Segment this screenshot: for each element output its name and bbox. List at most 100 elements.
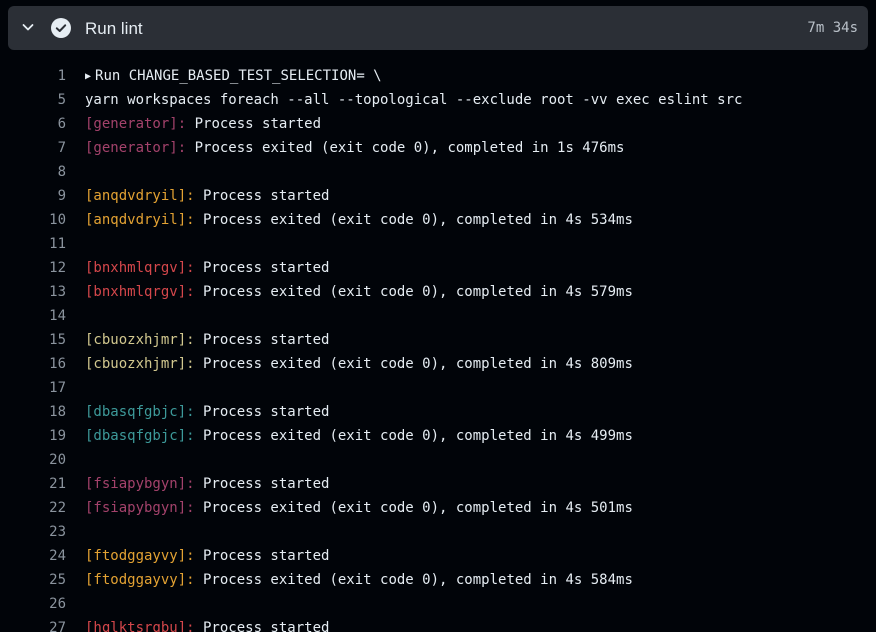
line-text: [anqdvdryil]: Process started — [85, 184, 329, 208]
log-line[interactable]: 9 [anqdvdryil]: Process started — [0, 184, 876, 208]
log-output: 1 ▶ Run CHANGE_BASED_TEST_SELECTION= \ 5 yar… — [0, 64, 876, 632]
line-text: ▶ Run CHANGE_BASED_TEST_SELECTION= \ — [85, 64, 382, 89]
log-line[interactable]: 12 [bnxhmlqrgv]: Process started — [0, 256, 876, 280]
log-line[interactable]: 21 [fsiapybgyn]: Process started — [0, 472, 876, 496]
line-text: [cbuozxhjmr]: Process started — [85, 328, 329, 352]
log-line[interactable]: 6 [generator]: Process started — [0, 112, 876, 136]
log-message: Process started — [194, 188, 330, 204]
log-message: Run CHANGE_BASED_TEST_SELECTION= \ — [95, 68, 382, 84]
log-message: Process started — [194, 620, 330, 632]
log-line[interactable]: 16 [cbuozxhjmr]: Process exited (exit cod… — [0, 352, 876, 376]
log-message: Process started — [194, 260, 330, 276]
step-title: Run lint — [85, 19, 143, 38]
log-line[interactable]: 23 — [0, 520, 876, 544]
line-text: [cbuozxhjmr]: Process exited (exit code … — [85, 352, 633, 376]
log-line[interactable]: 13 [bnxhmlqrgv]: Process exited (exit cod… — [0, 280, 876, 304]
log-line[interactable]: 15 [cbuozxhjmr]: Process started — [0, 328, 876, 352]
log-line[interactable]: 24 [ftodggayvy]: Process started — [0, 544, 876, 568]
line-number[interactable]: 25 — [49, 568, 66, 592]
process-prefix: [ftodggayvy]: — [85, 548, 195, 564]
line-number[interactable]: 11 — [49, 232, 66, 256]
log-message: Process exited (exit code 0), completed … — [194, 356, 633, 372]
log-message: Process exited (exit code 0), completed … — [186, 140, 625, 156]
log-message: Process started — [186, 116, 322, 132]
line-number[interactable]: 9 — [58, 184, 66, 208]
line-text: [fsiapybgyn]: Process started — [85, 472, 329, 496]
log-line[interactable]: 10 [anqdvdryil]: Process exited (exit cod… — [0, 208, 876, 232]
process-prefix: [cbuozxhjmr]: — [85, 356, 195, 372]
line-number[interactable]: 10 — [49, 208, 66, 232]
line-number[interactable]: 14 — [49, 304, 66, 328]
line-number[interactable]: 7 — [58, 136, 66, 160]
process-prefix: [hqlktsrqbu]: — [85, 620, 195, 632]
line-number[interactable]: 15 — [49, 328, 66, 352]
process-prefix: [cbuozxhjmr]: — [85, 332, 195, 348]
log-line[interactable]: 11 — [0, 232, 876, 256]
line-number[interactable]: 13 — [49, 280, 66, 304]
log-line[interactable]: 5 yarn workspaces foreach --all --topolog… — [0, 88, 876, 112]
log-message: Process exited (exit code 0), completed … — [194, 284, 633, 300]
line-number[interactable]: 26 — [49, 592, 66, 616]
log-message: yarn workspaces foreach --all --topologi… — [85, 92, 743, 108]
line-text: [ftodggayvy]: Process exited (exit code … — [85, 568, 633, 592]
process-prefix: [bnxhmlqrgv]: — [85, 284, 195, 300]
process-prefix: [ftodggayvy]: — [85, 572, 195, 588]
check-circle-icon — [51, 18, 71, 38]
line-number[interactable]: 27 — [49, 616, 66, 632]
line-number[interactable]: 17 — [49, 376, 66, 400]
line-number[interactable]: 12 — [49, 256, 66, 280]
process-prefix: [fsiapybgyn]: — [85, 476, 195, 492]
line-text: yarn workspaces foreach --all --topologi… — [85, 88, 742, 112]
log-line[interactable]: 25 [ftodggayvy]: Process exited (exit cod… — [0, 568, 876, 592]
line-text: [hqlktsrqbu]: Process started — [85, 616, 329, 632]
log-line[interactable]: 20 — [0, 448, 876, 472]
log-line[interactable]: 1 ▶ Run CHANGE_BASED_TEST_SELECTION= \ — [0, 64, 876, 88]
line-number[interactable]: 18 — [49, 400, 66, 424]
log-line[interactable]: 17 — [0, 376, 876, 400]
line-text: [dbasqfgbjc]: Process exited (exit code … — [85, 424, 633, 448]
step-duration: 7m 34s — [807, 20, 858, 36]
line-number[interactable]: 8 — [58, 160, 66, 184]
log-line[interactable]: 8 — [0, 160, 876, 184]
expand-triangle-icon[interactable]: ▶ — [85, 71, 91, 82]
line-text: [bnxhmlqrgv]: Process started — [85, 256, 329, 280]
log-line[interactable]: 18 [dbasqfgbjc]: Process started — [0, 400, 876, 424]
line-text: [bnxhmlqrgv]: Process exited (exit code … — [85, 280, 633, 304]
log-message: Process exited (exit code 0), completed … — [194, 500, 633, 516]
process-prefix: [anqdvdryil]: — [85, 188, 195, 204]
line-number[interactable]: 24 — [49, 544, 66, 568]
line-text: [fsiapybgyn]: Process exited (exit code … — [85, 496, 633, 520]
process-prefix: [dbasqfgbjc]: — [85, 404, 195, 420]
line-text: [anqdvdryil]: Process exited (exit code … — [85, 208, 633, 232]
log-message: Process exited (exit code 0), completed … — [194, 428, 633, 444]
line-number[interactable]: 5 — [58, 88, 66, 112]
line-text: [ftodggayvy]: Process started — [85, 544, 329, 568]
line-text: [dbasqfgbjc]: Process started — [85, 400, 329, 424]
line-number[interactable]: 19 — [49, 424, 66, 448]
log-line[interactable]: 27 [hqlktsrqbu]: Process started — [0, 616, 876, 632]
line-number[interactable]: 20 — [49, 448, 66, 472]
chevron-down-icon[interactable] — [20, 19, 36, 35]
line-number[interactable]: 6 — [58, 112, 66, 136]
log-message: Process exited (exit code 0), completed … — [194, 572, 633, 588]
process-prefix: [bnxhmlqrgv]: — [85, 260, 195, 276]
process-prefix: [anqdvdryil]: — [85, 212, 195, 228]
line-number[interactable]: 21 — [49, 472, 66, 496]
log-line[interactable]: 26 — [0, 592, 876, 616]
line-text: [generator]: Process started — [85, 112, 321, 136]
log-message: Process started — [194, 548, 330, 564]
log-line[interactable]: 7 [generator]: Process exited (exit code … — [0, 136, 876, 160]
log-line[interactable]: 14 — [0, 304, 876, 328]
line-number[interactable]: 1 — [58, 64, 66, 88]
process-prefix: [generator]: — [85, 140, 187, 156]
line-number[interactable]: 16 — [49, 352, 66, 376]
line-number[interactable]: 23 — [49, 520, 66, 544]
process-prefix: [fsiapybgyn]: — [85, 500, 195, 516]
log-message: Process started — [194, 332, 330, 348]
process-prefix: [dbasqfgbjc]: — [85, 428, 195, 444]
step-header[interactable]: Run lint 7m 34s — [8, 6, 868, 50]
log-message: Process started — [194, 404, 330, 420]
log-line[interactable]: 19 [dbasqfgbjc]: Process exited (exit cod… — [0, 424, 876, 448]
line-number[interactable]: 22 — [49, 496, 66, 520]
log-line[interactable]: 22 [fsiapybgyn]: Process exited (exit cod… — [0, 496, 876, 520]
